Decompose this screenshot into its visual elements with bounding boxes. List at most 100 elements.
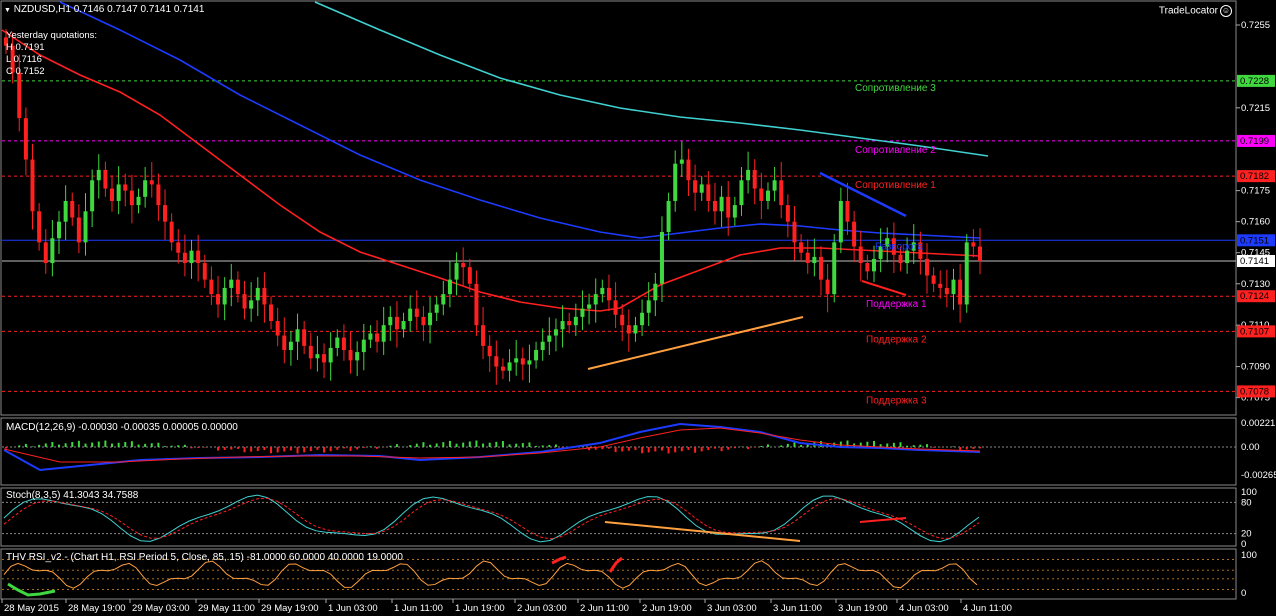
macd-histogram-bar	[303, 447, 306, 453]
macd-histogram-bar	[130, 441, 133, 447]
macd-histogram-bar	[508, 444, 511, 447]
macd-histogram-bar	[528, 442, 531, 447]
macd-histogram-bar	[786, 443, 789, 447]
macd-histogram-bar	[713, 447, 716, 449]
macd-histogram-bar	[51, 441, 54, 447]
candle-body	[944, 287, 949, 295]
chart-canvas[interactable]: Сопротивление 3 Сопротивление 2 Сопротивле…	[0, 0, 1276, 616]
candle-body	[693, 180, 698, 193]
level-lines	[2, 80, 1236, 392]
candle-body	[931, 275, 936, 284]
macd-histogram-bar	[654, 447, 657, 452]
tradelocator-logo[interactable]: TradeLocator ☺	[1159, 5, 1232, 17]
rsi-label: THV RSI_v2 - (Chart H1, RSI Period 5, Cl…	[6, 552, 403, 563]
candle-body	[732, 205, 737, 218]
macd-histogram-bar	[800, 445, 803, 447]
time-tick-label: 2 Jun 03:00	[517, 603, 567, 614]
macd-histogram-bar	[415, 443, 418, 447]
macd-histogram-bar	[356, 447, 359, 450]
candle-body	[494, 356, 499, 367]
candle-body	[408, 308, 413, 322]
stoch-tick-label: 80	[1241, 497, 1252, 508]
trendline-red	[861, 280, 907, 296]
candle-body	[852, 221, 857, 247]
candle-body	[57, 221, 62, 239]
macd-histogram-bar	[601, 447, 604, 450]
candle-body	[149, 180, 154, 185]
macd-histogram-bar	[753, 447, 756, 448]
candle-body	[978, 246, 982, 261]
time-tick-label: 3 Jun 19:00	[838, 603, 888, 614]
macd-histogram-bar	[104, 440, 107, 447]
ohlc-values: 0.7146 0.7147 0.7141 0.7141	[73, 4, 205, 15]
macd-histogram-bar	[71, 442, 74, 447]
candle-body	[229, 279, 234, 288]
candle-body	[898, 254, 903, 264]
candle-body	[547, 335, 552, 342]
candle-body	[143, 180, 148, 197]
macd-histogram-bar	[442, 442, 445, 447]
tradelocator-label: TradeLocator	[1158, 5, 1218, 17]
price-mark-label: 0.7141	[1240, 256, 1269, 267]
candle-body	[772, 180, 777, 191]
candle-body	[189, 250, 194, 264]
macd-histogram-bar	[448, 440, 451, 447]
symbol-name: NZDUSD,H1	[13, 4, 71, 15]
macd-histogram-bar	[641, 447, 644, 454]
macd-histogram-bar	[270, 447, 273, 454]
macd-histogram-bar	[482, 443, 485, 447]
macd-histogram-bar	[18, 445, 21, 447]
symbol-header: ▼ NZDUSD,H1 0.7146 0.7147 0.7141 0.7141	[4, 4, 204, 15]
candle-body	[381, 325, 386, 342]
price-tick-label: 0.7160	[1241, 217, 1270, 228]
candle-body	[759, 188, 764, 201]
macd-histogram-bar	[362, 447, 365, 448]
candle-body	[295, 329, 300, 342]
macd-histogram-bar	[157, 442, 160, 447]
candle-body	[792, 221, 797, 243]
macd-tick-label: 0.00221	[1241, 418, 1275, 429]
macd-histogram-bar	[256, 447, 259, 451]
macd-histogram-bar	[521, 443, 524, 447]
level-labels: Сопротивление 3 Сопротивление 2 Сопротивле…	[855, 83, 936, 407]
candle-body	[765, 190, 770, 201]
macd-histogram-bar	[250, 447, 253, 452]
candle-body	[269, 304, 274, 322]
macd-histogram-bar	[409, 445, 412, 447]
macd-histogram-bar	[243, 447, 246, 453]
candle-body	[129, 190, 134, 206]
candle-body	[812, 256, 817, 264]
macd-histogram-bar	[614, 447, 617, 453]
macd-histogram-bar	[376, 447, 379, 449]
macd-tick-label: -0.00265	[1241, 470, 1276, 481]
candle-body	[361, 339, 366, 353]
candle-body	[659, 232, 664, 284]
candle-body	[553, 329, 558, 336]
candle-body	[567, 321, 572, 326]
macd-histogram-bar	[230, 447, 233, 450]
level-label: Поддержка 2	[866, 334, 927, 345]
macd-histogram-bar	[150, 443, 153, 447]
candle-body	[447, 279, 452, 295]
candle-body	[401, 321, 406, 330]
candle-body	[348, 350, 353, 361]
level-label: Сопротивление 3	[855, 83, 936, 94]
macd-histogram-bar	[190, 447, 193, 449]
price-tick-label: 0.7090	[1241, 362, 1270, 373]
macd-histogram-bar	[84, 443, 87, 447]
macd-histogram-bar	[621, 447, 624, 452]
level-label: Поддержка 1	[866, 299, 927, 310]
triangle-down-icon[interactable]: ▼	[4, 7, 11, 14]
macd-histogram-bar	[124, 441, 127, 447]
candle-body	[540, 341, 545, 351]
price-mark-label: 0.7124	[1240, 291, 1269, 302]
time-tick-label: 29 May 11:00	[198, 603, 255, 614]
macd-histogram-bar	[389, 445, 392, 447]
macd-histogram-bar	[892, 442, 895, 447]
stoch-signal-line	[3, 497, 980, 540]
candle-body	[262, 287, 267, 305]
macd-histogram-bar	[5, 447, 7, 449]
macd-histogram-bar	[38, 444, 41, 447]
candle-body	[30, 159, 35, 212]
candle-body	[202, 263, 207, 280]
